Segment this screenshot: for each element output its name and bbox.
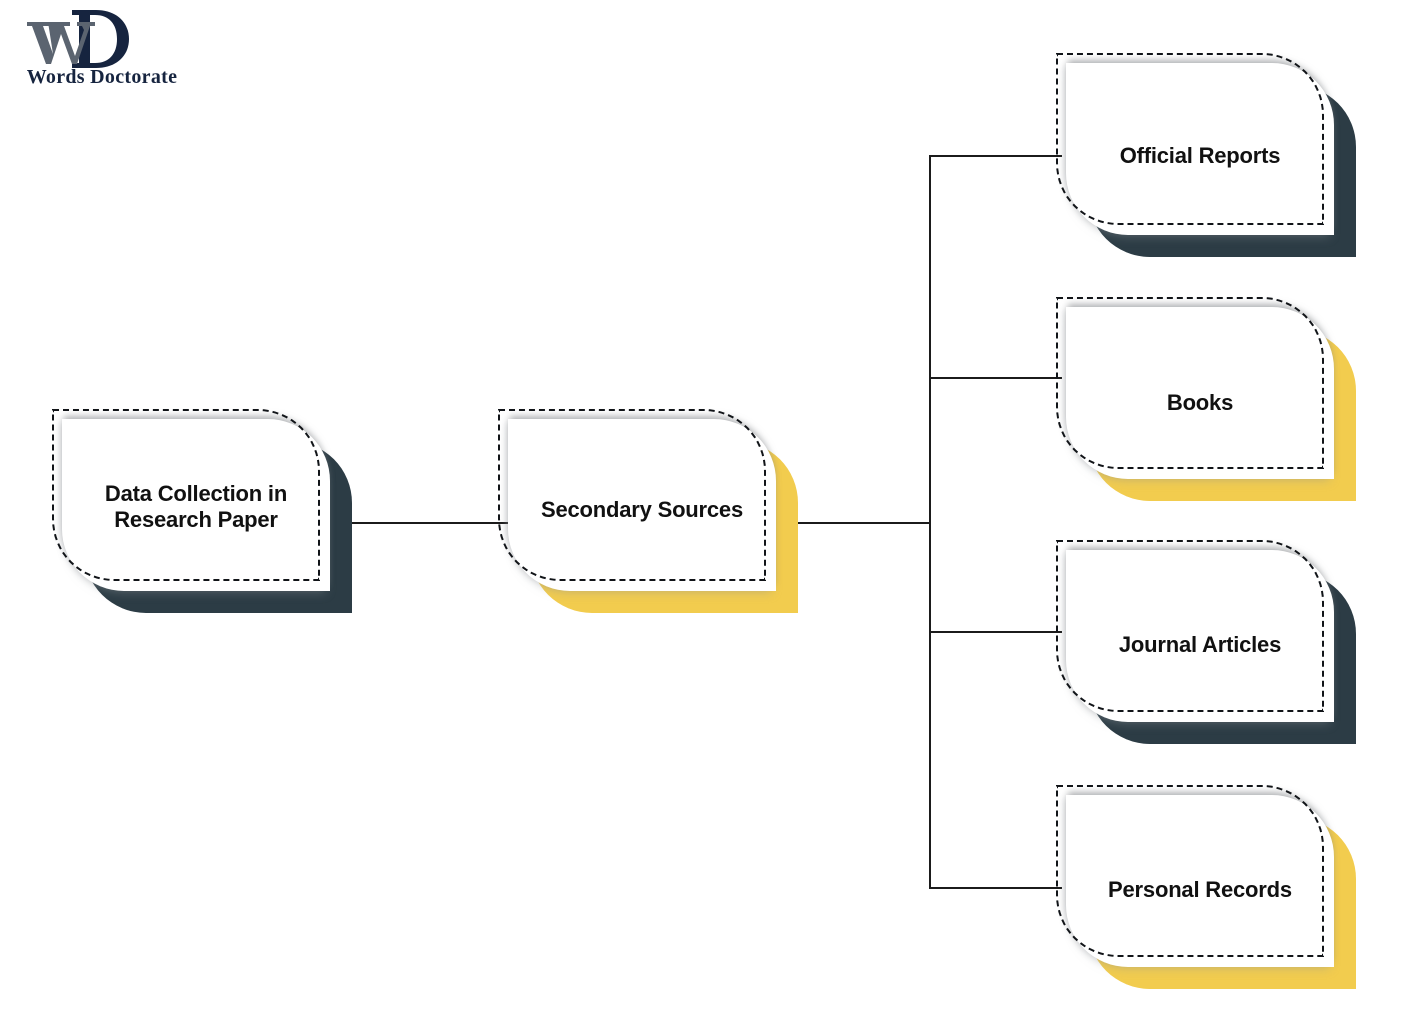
wd-monogram-icon	[27, 10, 129, 68]
node-dashed-outline	[1056, 785, 1324, 957]
node-data-collection[interactable]: Data Collection in Research Paper	[52, 409, 352, 613]
node-dashed-outline	[1056, 53, 1324, 225]
node-dashed-outline	[498, 409, 766, 581]
brand-name: Words Doctorate	[26, 66, 178, 88]
node-label: Secondary Sources	[540, 497, 744, 522]
node-journal-articles[interactable]: Journal Articles	[1056, 540, 1356, 744]
node-official-reports[interactable]: Official Reports	[1056, 53, 1356, 257]
node-label: Journal Articles	[1118, 632, 1282, 657]
node-label: Data Collection in Research Paper	[104, 481, 288, 532]
node-books[interactable]: Books	[1056, 297, 1356, 501]
diagram-canvas: Words Doctorate Data Collection in Resea…	[0, 0, 1401, 1025]
node-label: Official Reports	[1119, 143, 1281, 168]
node-label: Books	[1166, 390, 1234, 415]
node-personal-records[interactable]: Personal Records	[1056, 785, 1356, 989]
node-secondary-sources[interactable]: Secondary Sources	[498, 409, 798, 613]
node-dashed-outline	[1056, 297, 1324, 469]
brand-logo: Words Doctorate	[10, 4, 190, 104]
node-label: Personal Records	[1108, 877, 1292, 902]
node-dashed-outline	[1056, 540, 1324, 712]
